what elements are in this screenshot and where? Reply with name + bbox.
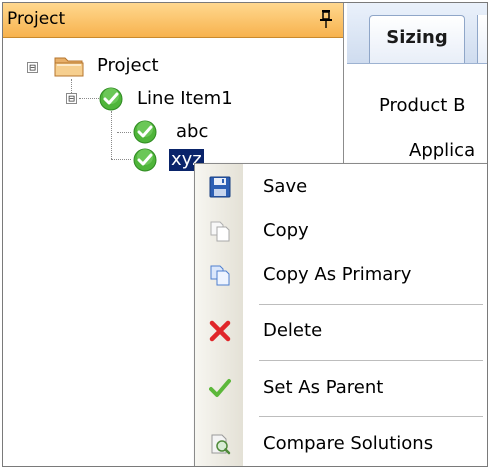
tree-connector: [111, 111, 112, 159]
checkmark-icon: [209, 379, 231, 397]
menu-separator: [259, 360, 483, 361]
context-menu: Save Copy Copy As Primary Delete Set As …: [194, 163, 487, 466]
menu-label-set-as-parent: Set As Parent: [263, 377, 384, 398]
tree-connector: [111, 159, 131, 160]
menu-item-copy[interactable]: Copy: [195, 212, 487, 252]
green-check-icon: [133, 120, 157, 144]
menu-item-copy-as-primary[interactable]: Copy As Primary: [195, 256, 487, 296]
tree-connector: [117, 132, 131, 133]
menu-item-set-as-parent[interactable]: Set As Parent: [195, 369, 487, 409]
menu-label-save: Save: [263, 176, 308, 197]
menu-item-save[interactable]: Save: [195, 168, 487, 208]
tab-sizing[interactable]: Sizing: [369, 15, 465, 63]
application-label: Applica: [409, 140, 476, 161]
tree-node-project[interactable]: Project: [97, 55, 159, 77]
menu-item-delete[interactable]: Delete: [195, 312, 487, 352]
delete-icon: [209, 320, 231, 342]
menu-label-compare-solutions: Compare Solutions: [263, 433, 434, 454]
project-pane-title: Project: [7, 9, 66, 29]
menu-label-copy: Copy: [263, 220, 309, 241]
menu-separator: [259, 416, 483, 417]
menu-item-compare-solutions[interactable]: Compare Solutions: [195, 425, 487, 465]
menu-separator: [259, 304, 483, 305]
pin-icon[interactable]: [319, 9, 333, 29]
folder-icon: [54, 57, 84, 77]
project-pane-header: Project: [3, 3, 343, 38]
product-label: Product B: [379, 95, 466, 116]
green-check-icon: [99, 87, 123, 111]
tree-connector: [79, 98, 101, 99]
menu-label-copy-as-primary: Copy As Primary: [263, 264, 412, 285]
tab-next-partial[interactable]: [477, 15, 487, 63]
save-icon: [209, 176, 231, 198]
green-check-icon: [133, 148, 157, 172]
tree-expander-project[interactable]: ⊟: [27, 62, 38, 73]
tree-expander-line-item[interactable]: ⊟: [66, 93, 77, 104]
tree-node-abc[interactable]: abc: [176, 121, 208, 143]
application-frame: Project ⊟ Project ⊟ Line Item1 abc xyz S…: [2, 2, 488, 467]
copy-primary-icon: [210, 265, 230, 286]
tree-node-line-item[interactable]: Line Item1: [137, 88, 233, 110]
compare-icon: [211, 434, 231, 455]
copy-icon: [210, 221, 230, 242]
menu-label-delete: Delete: [263, 320, 323, 341]
